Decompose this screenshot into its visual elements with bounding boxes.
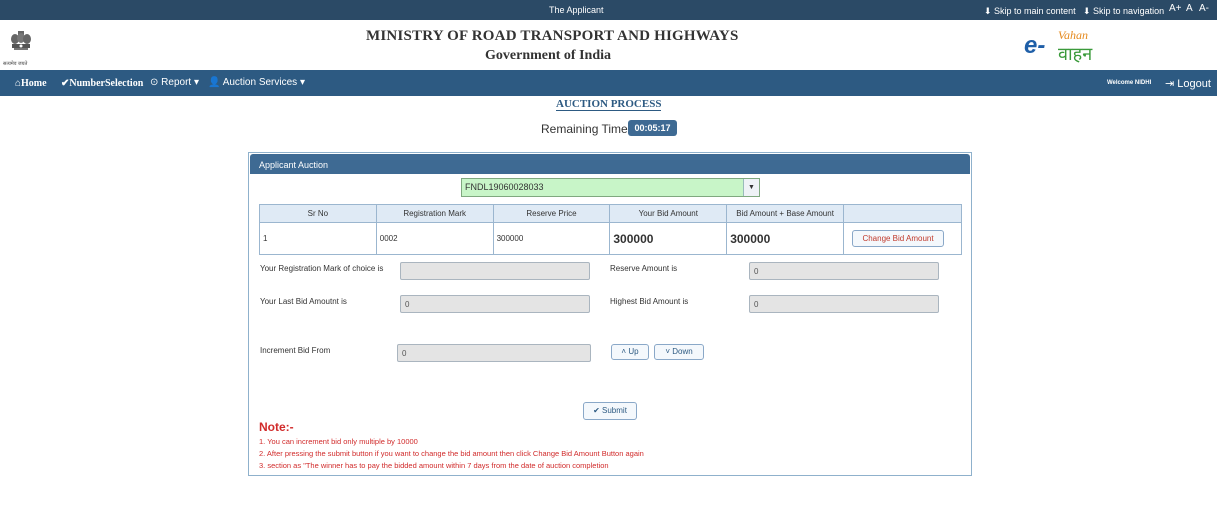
application-select-value: FNDL19060028033 <box>465 182 544 192</box>
submit-button[interactable]: ✔ Submit <box>583 402 637 420</box>
report-icon: ⊙ <box>150 77 159 88</box>
nav-number-selection-label: NumberSelection <box>69 78 144 89</box>
column-header: Registration Mark <box>375 204 494 223</box>
check-icon: ✔ <box>593 406 600 415</box>
reg-mark-field[interactable] <box>400 262 590 280</box>
highest-bid-label: Highest Bid Amount is <box>610 297 689 306</box>
nav-number-selection[interactable]: ✔NumberSelection <box>61 78 143 89</box>
chevron-down-icon[interactable]: ▼ <box>743 179 759 196</box>
font-decrease-button[interactable]: A- <box>1199 3 1209 14</box>
nav-report-dropdown[interactable]: ⊙ Report ▾ <box>150 77 199 88</box>
table-header-row: Sr No Registration Mark Reserve Price Yo… <box>259 204 962 223</box>
note-line-2: 2. After pressing the submit button if y… <box>259 449 644 458</box>
applicant-title: The Applicant <box>549 5 604 15</box>
top-bar: The Applicant ⬇ Skip to main content ⬇ S… <box>0 0 1217 20</box>
up-button-label: Up <box>628 347 639 356</box>
note-line-3: 3. section as "The winner has to pay the… <box>259 461 609 470</box>
highest-bid-field[interactable]: 0 <box>749 295 939 313</box>
column-header: Bid Amount + Base Amount <box>726 204 845 223</box>
bid-table: Sr No Registration Mark Reserve Price Yo… <box>259 204 962 255</box>
applicant-auction-panel: Applicant Auction FNDL19060028033 ▼ Sr N… <box>248 152 972 476</box>
national-emblem-icon <box>11 31 31 50</box>
nav-home[interactable]: ⌂Home <box>15 78 47 89</box>
main-navbar: ⌂Home ✔NumberSelection ⊙ Report ▾ 👤 Auct… <box>0 70 1217 96</box>
remaining-time-badge: 00:05:17 <box>628 120 677 136</box>
table-row: 1 0002 300000 300000 300000 Change Bid A… <box>259 222 962 255</box>
down-button[interactable]: ˅ Down <box>654 344 704 360</box>
e-vahan-logo: e- Vahan वाहन <box>1024 28 1106 68</box>
column-header: Sr No <box>259 204 377 223</box>
ministry-title: MINISTRY OF ROAD TRANSPORT AND HIGHWAYS <box>366 28 739 44</box>
nav-auction-services-label: Auction Services <box>222 77 298 88</box>
logout-label: Logout <box>1177 78 1211 90</box>
welcome-user: Welcome NIDHI <box>1107 80 1152 86</box>
emblem-caption: सत्यमेव जयते <box>3 61 28 67</box>
logo-vahan-text: Vahan <box>1058 28 1088 42</box>
bid-plus-base-cell: 300000 <box>726 222 845 255</box>
user-icon: 👤 <box>208 77 221 88</box>
logout-link[interactable]: ⇥ Logout <box>1165 77 1211 90</box>
reserve-price-cell: 300000 <box>492 222 611 255</box>
logout-icon: ⇥ <box>1165 78 1175 90</box>
panel-title: Applicant Auction <box>250 154 970 174</box>
chevron-down-icon: ˅ <box>665 347 670 356</box>
chevron-up-icon: ˄ <box>621 347 627 356</box>
note-title: Note:- <box>259 420 294 434</box>
skip-to-navigation-link[interactable]: ⬇ Skip to navigation <box>1083 6 1164 17</box>
increment-bid-field[interactable]: 0 <box>397 344 591 362</box>
note-line-1: 1. You can increment bid only multiple b… <box>259 437 418 446</box>
remaining-time-label: Remaining Time <box>541 122 628 136</box>
page-title: AUCTION PROCESS <box>556 98 662 111</box>
last-bid-label: Your Last Bid Amoutnt is <box>260 297 347 306</box>
logo-e-text: e- <box>1024 32 1046 59</box>
caret-down-icon: ▾ <box>299 77 305 88</box>
change-bid-amount-button[interactable]: Change Bid Amount <box>852 230 945 247</box>
submit-button-label: Submit <box>602 406 627 415</box>
column-header: Your Bid Amount <box>609 204 728 223</box>
nav-home-label: Home <box>21 78 47 89</box>
increment-bid-label: Increment Bid From <box>260 346 331 355</box>
down-button-label: Down <box>672 347 693 356</box>
government-subtitle: Government of India <box>485 48 611 63</box>
nav-auction-services-dropdown[interactable]: 👤 Auction Services ▾ <box>208 77 305 88</box>
last-bid-field[interactable]: 0 <box>400 295 590 313</box>
skip-to-main-link[interactable]: ⬇ Skip to main content <box>984 6 1076 17</box>
logo-vahan-hindi-text: वाहन <box>1058 44 1093 64</box>
application-select[interactable]: FNDL19060028033 ▼ <box>461 178 760 197</box>
sr-no-cell: 1 <box>259 222 377 255</box>
column-header: Reserve Price <box>492 204 611 223</box>
reserve-amount-field[interactable]: 0 <box>749 262 939 280</box>
registration-mark-cell: 0002 <box>375 222 494 255</box>
column-header <box>843 204 962 223</box>
font-normal-button[interactable]: A <box>1186 3 1193 14</box>
site-header: सत्यमेव जयते MINISTRY OF ROAD TRANSPORT … <box>0 20 1217 70</box>
reserve-amount-label: Reserve Amount is <box>610 264 678 273</box>
your-bid-cell: 300000 <box>609 222 728 255</box>
action-cell: Change Bid Amount <box>843 222 962 255</box>
up-button[interactable]: ˄ Up <box>611 344 649 360</box>
font-increase-button[interactable]: A+ <box>1169 3 1182 14</box>
caret-down-icon: ▾ <box>193 77 199 88</box>
nav-report-label: Report <box>161 77 192 88</box>
reg-mark-label: Your Registration Mark of choice is <box>260 264 384 273</box>
